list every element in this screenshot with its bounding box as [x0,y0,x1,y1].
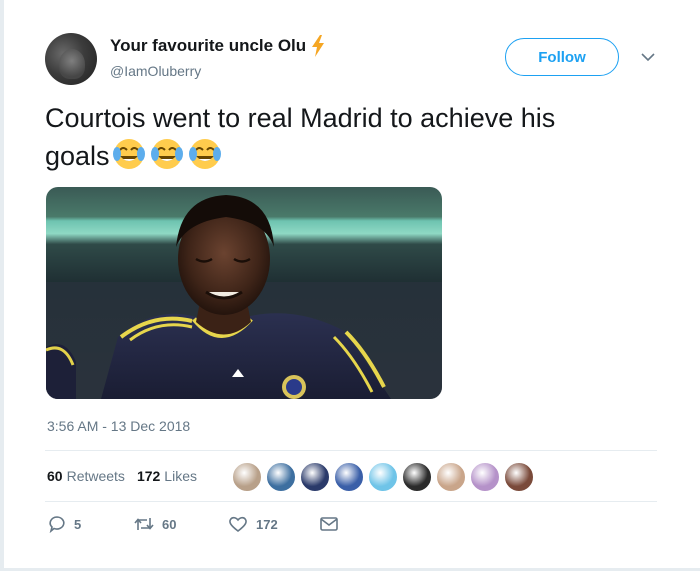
retweet-count: 60 [162,516,177,532]
reply-count: 5 [74,516,82,532]
divider-bottom [45,501,657,502]
author-name-row[interactable]: Your favourite uncle Olu [110,35,326,57]
football-player-photo [46,195,442,399]
high-voltage-icon [312,35,325,57]
face-with-tears-of-joy-icon [150,139,183,169]
direct-message-button[interactable] [320,517,346,531]
chevron-down-icon[interactable] [641,52,655,62]
tweet-timestamp[interactable]: 3:56 AM - 13 Dec 2018 [47,418,190,434]
liker-avatar[interactable] [503,461,535,493]
retweets-count: 60 [47,468,63,484]
tweet-media-photo[interactable] [46,187,442,399]
heart-icon [229,516,247,533]
envelope-icon [320,517,338,531]
like-count: 172 [256,516,278,532]
retweet-icon [134,518,154,530]
face-with-tears-of-joy-icon [112,139,145,169]
likes-label: Likes [164,468,197,484]
tweet-text-line2: goals [45,141,110,171]
likers-avatar-row [231,461,537,493]
author-handle[interactable]: @IamOluberry [110,63,201,79]
tweet-text-line1: Courtois went to real Madrid to achieve … [45,103,556,133]
retweet-button[interactable]: 60 [134,516,228,532]
tweet-text: Courtois went to real Madrid to achieve … [45,100,655,175]
retweets-label: Retweets [66,468,125,484]
liker-avatar[interactable] [469,461,501,493]
window-frame-left [0,0,4,571]
liker-avatar[interactable] [367,461,399,493]
retweets-stat[interactable]: 60 Retweets [47,468,125,484]
reply-icon [49,516,65,533]
liker-avatar[interactable] [231,461,263,493]
liker-avatar[interactable] [333,461,365,493]
likes-stat[interactable]: 172 Likes [137,468,197,484]
divider-top [45,450,657,451]
liker-avatar[interactable] [435,461,467,493]
tweet-actions: 5 60 172 [48,515,346,533]
emoji-group [112,137,226,171]
like-button[interactable]: 172 [228,515,320,533]
reply-button[interactable]: 5 [48,515,134,533]
liker-avatar[interactable] [401,461,433,493]
face-with-tears-of-joy-icon [188,139,221,169]
tweet-stats: 60 Retweets 172 Likes [47,468,209,484]
follow-button[interactable]: Follow [505,38,619,76]
author-display-name[interactable]: Your favourite uncle Olu [110,36,306,56]
likes-count: 172 [136,468,161,484]
liker-avatar[interactable] [299,461,331,493]
author-avatar[interactable] [45,33,97,85]
liker-avatar[interactable] [265,461,297,493]
